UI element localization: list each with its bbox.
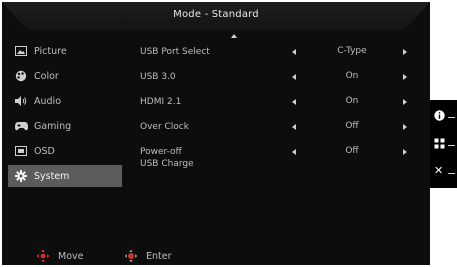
setting-row-usb-port-select[interactable]: USB Port Select C-Type	[140, 40, 430, 62]
key-pointer-line	[448, 117, 455, 118]
footer-hints: Move Enter	[2, 248, 430, 265]
key-pointer-line	[448, 145, 455, 146]
menu-key[interactable]	[430, 138, 457, 152]
setting-row-over-clock[interactable]: Over Clock Off	[140, 115, 430, 137]
right-arrow-icon[interactable]	[403, 149, 407, 155]
setting-label: Power-off USB Charge	[140, 146, 194, 170]
setting-label: HDMI 2.1	[140, 97, 182, 107]
right-arrow-icon[interactable]	[403, 49, 407, 55]
sidebar-item-label: Gaming	[34, 120, 72, 132]
left-arrow-icon[interactable]	[292, 124, 296, 130]
enter-hint: Enter	[124, 249, 172, 263]
setting-row-usb-3-0[interactable]: USB 3.0 On	[140, 65, 430, 87]
enter-joystick-icon	[124, 249, 138, 263]
key-pointer-line	[448, 173, 455, 174]
sidebar-item-gaming[interactable]: Gaming	[8, 115, 122, 137]
gear-icon	[14, 170, 28, 182]
move-label: Move	[58, 250, 84, 262]
right-arrow-icon[interactable]	[403, 124, 407, 130]
close-key[interactable]: ✕	[430, 164, 457, 180]
move-hint: Move	[36, 249, 83, 263]
right-arrow-icon[interactable]	[403, 99, 407, 105]
right-arrow-icon[interactable]	[403, 74, 407, 80]
setting-row-hdmi-2-1[interactable]: HDMI 2.1 On	[140, 90, 430, 112]
sidebar-item-label: Audio	[34, 95, 62, 107]
setting-value: C-Type	[337, 46, 367, 56]
sidebar-item-picture[interactable]: Picture	[8, 40, 122, 62]
sidebar-item-osd[interactable]: OSD	[8, 140, 122, 162]
setting-label-line2: USB Charge	[140, 159, 194, 169]
mode-title: Mode - Standard	[173, 9, 259, 20]
setting-value: Off	[345, 121, 359, 131]
setting-row-power-off-usb-charge[interactable]: Power-off USB Charge Off	[140, 140, 430, 174]
setting-value: On	[345, 96, 359, 106]
gamepad-icon	[14, 120, 28, 132]
setting-value: Off	[345, 146, 359, 156]
sidebar-item-label: System	[34, 170, 70, 182]
osd-icon	[14, 145, 28, 157]
sidebar-item-audio[interactable]: Audio	[8, 90, 122, 112]
sidebar-item-label: Color	[34, 70, 59, 82]
left-arrow-icon[interactable]	[292, 49, 296, 55]
sidebar-item-label: OSD	[34, 145, 55, 157]
left-arrow-icon[interactable]	[292, 99, 296, 105]
setting-label: USB 3.0	[140, 72, 176, 82]
sidebar-item-label: Picture	[34, 45, 67, 57]
scroll-up-icon[interactable]	[231, 34, 237, 38]
picture-icon	[14, 45, 28, 57]
setting-label: Over Clock	[140, 122, 189, 132]
color-palette-icon	[14, 70, 28, 82]
setting-value: On	[345, 71, 359, 81]
grid-icon	[434, 138, 445, 149]
osd-panel: Mode - Standard Picture Color Audio Gami…	[2, 2, 430, 265]
close-icon: ✕	[434, 164, 444, 177]
setting-label-line1: Power-off	[140, 147, 182, 157]
sidebar-item-color[interactable]: Color	[8, 65, 122, 87]
speaker-icon	[14, 95, 28, 107]
setting-label: USB Port Select	[140, 47, 210, 57]
info-key[interactable]	[430, 110, 457, 124]
move-joystick-icon	[36, 249, 50, 263]
left-arrow-icon[interactable]	[292, 149, 296, 155]
left-arrow-icon[interactable]	[292, 74, 296, 80]
enter-label: Enter	[146, 250, 172, 262]
hardware-key-legend: ✕	[430, 100, 457, 188]
info-icon	[434, 110, 445, 121]
sidebar-item-system[interactable]: System	[8, 165, 122, 187]
